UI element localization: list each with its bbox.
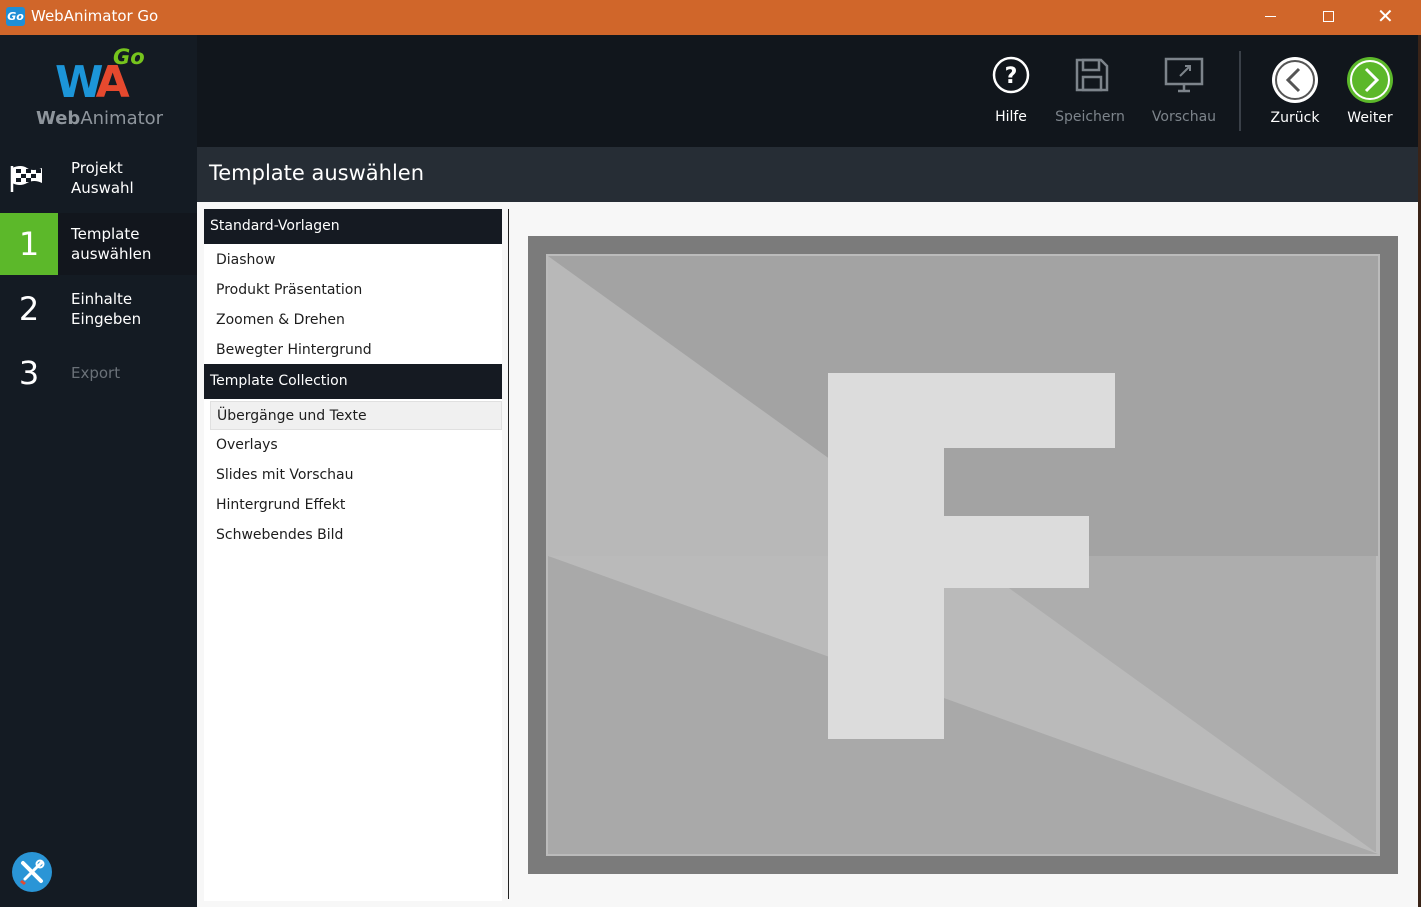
minimize-icon [1265, 16, 1276, 17]
step-number: 1 [0, 213, 58, 275]
sidebar-item-projekt-auswahl[interactable]: Projekt Auswahl [0, 147, 197, 209]
webanimator-logo: WA Go WebAnimator [35, 45, 165, 132]
step-label: Template auswählen [71, 224, 191, 264]
step-number: 3 [18, 354, 40, 392]
monitor-icon [1164, 57, 1204, 93]
list-item[interactable]: Schwebendes Bild [210, 521, 502, 550]
sidebar: WA Go WebAnimator Projekt Auswahl 1 Templ… [0, 35, 197, 907]
main-content: Template auswählen Standard-Vorlagen Dia… [197, 147, 1418, 907]
preview-button[interactable]: Vorschau [1144, 55, 1224, 145]
next-button[interactable]: Weiter [1344, 55, 1396, 147]
window-titlebar: Go WebAnimator Go ✕ [0, 0, 1421, 35]
step-label-line-2: Eingeben [71, 310, 142, 328]
list-item-selected[interactable]: Übergänge und Texte [210, 401, 502, 430]
wrench-screwdriver-icon [20, 859, 45, 885]
list-item[interactable]: Diashow [210, 246, 502, 275]
save-button[interactable]: Speichern [1050, 55, 1130, 145]
logo-mark-w: W [55, 57, 101, 108]
group-header-template-collection[interactable]: Template Collection [204, 364, 502, 399]
close-button[interactable]: ✕ [1357, 0, 1415, 35]
step-label: Export [71, 364, 121, 382]
list-item[interactable]: Hintergrund Effekt [210, 491, 502, 520]
step-label-line-2: auswählen [71, 245, 152, 263]
step-label: Einhalte Eingeben [71, 289, 191, 329]
sidebar-item-label-line-1: Projekt [71, 159, 123, 177]
sidebar-step-1[interactable]: 1 Template auswählen [0, 213, 197, 275]
chevron-right-icon [1347, 57, 1393, 103]
logo-go: Go [113, 45, 145, 69]
step-number: 2 [18, 290, 40, 328]
list-item[interactable]: Overlays [210, 431, 502, 460]
minimize-button[interactable] [1241, 0, 1299, 35]
step-label-line-1: Einhalte [71, 290, 133, 308]
logo-wordmark: WebAnimator [36, 108, 163, 129]
list-item[interactable]: Bewegter Hintergrund [210, 336, 502, 365]
logo-wordmark-rest: Animator [80, 108, 164, 129]
template-preview [528, 236, 1398, 874]
next-label: Weiter [1347, 110, 1393, 126]
help-button[interactable]: ? Hilfe [983, 55, 1039, 145]
help-icon: ? [992, 56, 1030, 94]
preview-label: Vorschau [1151, 109, 1217, 125]
list-item[interactable]: Produkt Präsentation [210, 276, 502, 305]
logo-wordmark-bold: Web [36, 108, 81, 129]
sidebar-item-label: Projekt Auswahl [71, 158, 191, 198]
back-label: Zurück [1270, 110, 1320, 126]
window-title: WebAnimator Go [31, 7, 159, 25]
group-header-standard-vorlagen[interactable]: Standard-Vorlagen [204, 209, 502, 244]
toolbar: ? Hilfe Speichern Vorschau Zurück Weiter [197, 35, 1421, 147]
sidebar-step-3[interactable]: 3 Export [0, 342, 197, 404]
close-icon: ✕ [1377, 4, 1394, 28]
page-title: Template auswählen [209, 161, 425, 185]
help-label: Hilfe [995, 109, 1027, 125]
step-label-line-1: Template [71, 225, 140, 243]
chevron-left-icon [1272, 57, 1318, 103]
list-item[interactable]: Slides mit Vorschau [210, 461, 502, 490]
save-icon [1075, 58, 1109, 92]
template-preview-image [528, 236, 1398, 874]
tools-icon[interactable] [12, 852, 52, 892]
maximize-icon [1323, 11, 1334, 22]
list-divider [508, 209, 509, 899]
content-header: Template auswählen [197, 147, 1418, 202]
template-list: Standard-Vorlagen Diashow Produkt Präsen… [204, 209, 502, 901]
toolbar-separator [1239, 51, 1241, 131]
sidebar-step-2[interactable]: 2 Einhalte Eingeben [0, 278, 197, 340]
list-item[interactable]: Zoomen & Drehen [210, 306, 502, 335]
save-label: Speichern [1055, 109, 1125, 125]
checkered-flag-icon [10, 166, 42, 192]
sidebar-item-label-line-2: Auswahl [71, 179, 134, 197]
back-button[interactable]: Zurück [1269, 55, 1321, 147]
app-icon: Go [6, 7, 25, 26]
svg-text:?: ? [1005, 64, 1018, 89]
maximize-button[interactable] [1299, 0, 1357, 35]
